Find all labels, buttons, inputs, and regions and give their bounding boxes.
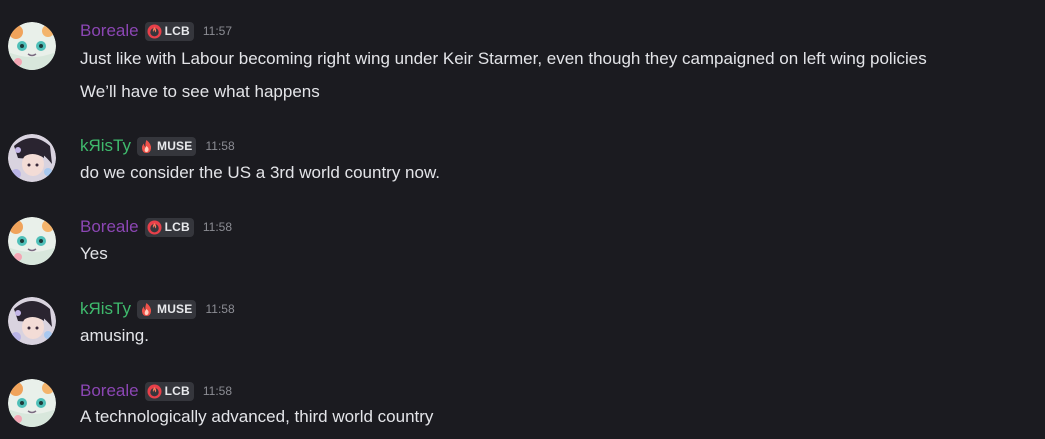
flame-icon: [139, 139, 154, 154]
guild-tag[interactable]: LCB: [144, 217, 194, 237]
timestamp[interactable]: 11:58: [205, 134, 234, 158]
avatar[interactable]: [8, 217, 56, 265]
message-text: A technologically advanced, third world …: [80, 407, 434, 426]
timestamp[interactable]: 11:57: [203, 19, 232, 43]
message-text: We’ll have to see what happens: [80, 82, 320, 101]
timestamp[interactable]: 11:58: [203, 215, 232, 239]
flame-icon: [139, 302, 154, 317]
message-header: kЯisTy MUSE 11:58: [80, 134, 235, 158]
username[interactable]: Boreale: [80, 19, 139, 43]
message-header: Boreale LCB 11:57: [80, 19, 232, 43]
guild-tag[interactable]: MUSE: [137, 299, 197, 319]
message-text: do we consider the US a 3rd world countr…: [80, 163, 441, 182]
message-text: Yes: [80, 244, 108, 263]
message-header: Boreale LCB 11:58: [80, 215, 232, 239]
username[interactable]: Boreale: [80, 215, 139, 239]
avatar[interactable]: [8, 297, 56, 345]
guild-tag[interactable]: MUSE: [137, 136, 197, 156]
chat-message-list: Boreale LCB 11:57 Just like with Labour …: [0, 0, 1045, 439]
guild-tag-label: LCB: [164, 220, 190, 234]
message: Boreale LCB 11:58 A technologically adva…: [0, 379, 1045, 437]
avatar[interactable]: [8, 379, 56, 427]
guild-tag[interactable]: LCB: [144, 21, 194, 41]
message: Boreale LCB 11:58 Yes: [0, 215, 1045, 273]
guild-tag-label: MUSE: [157, 302, 193, 316]
avatar[interactable]: [8, 134, 56, 182]
guild-tag[interactable]: LCB: [144, 381, 194, 401]
timestamp[interactable]: 11:58: [203, 379, 232, 403]
message-text: amusing.: [80, 326, 149, 345]
message-text: Just like with Labour becoming right win…: [80, 49, 927, 68]
guild-tag-label: LCB: [164, 24, 190, 38]
guild-tag-label: LCB: [164, 384, 190, 398]
message: kЯisTy MUSE 11:58 do we consider the US …: [0, 134, 1045, 192]
flame-ring-icon: [147, 24, 162, 39]
flame-ring-icon: [147, 220, 162, 235]
flame-ring-icon: [147, 384, 162, 399]
avatar[interactable]: [8, 22, 56, 70]
username[interactable]: kЯisTy: [80, 297, 131, 321]
username[interactable]: Boreale: [80, 379, 139, 403]
username[interactable]: kЯisTy: [80, 134, 131, 158]
message: Boreale LCB 11:57 Just like with Labour …: [0, 19, 1045, 109]
timestamp[interactable]: 11:58: [205, 297, 234, 321]
message: kЯisTy MUSE 11:58 amusing.: [0, 297, 1045, 355]
message-header: kЯisTy MUSE 11:58: [80, 297, 235, 321]
message-header: Boreale LCB 11:58: [80, 379, 232, 403]
guild-tag-label: MUSE: [157, 139, 193, 153]
